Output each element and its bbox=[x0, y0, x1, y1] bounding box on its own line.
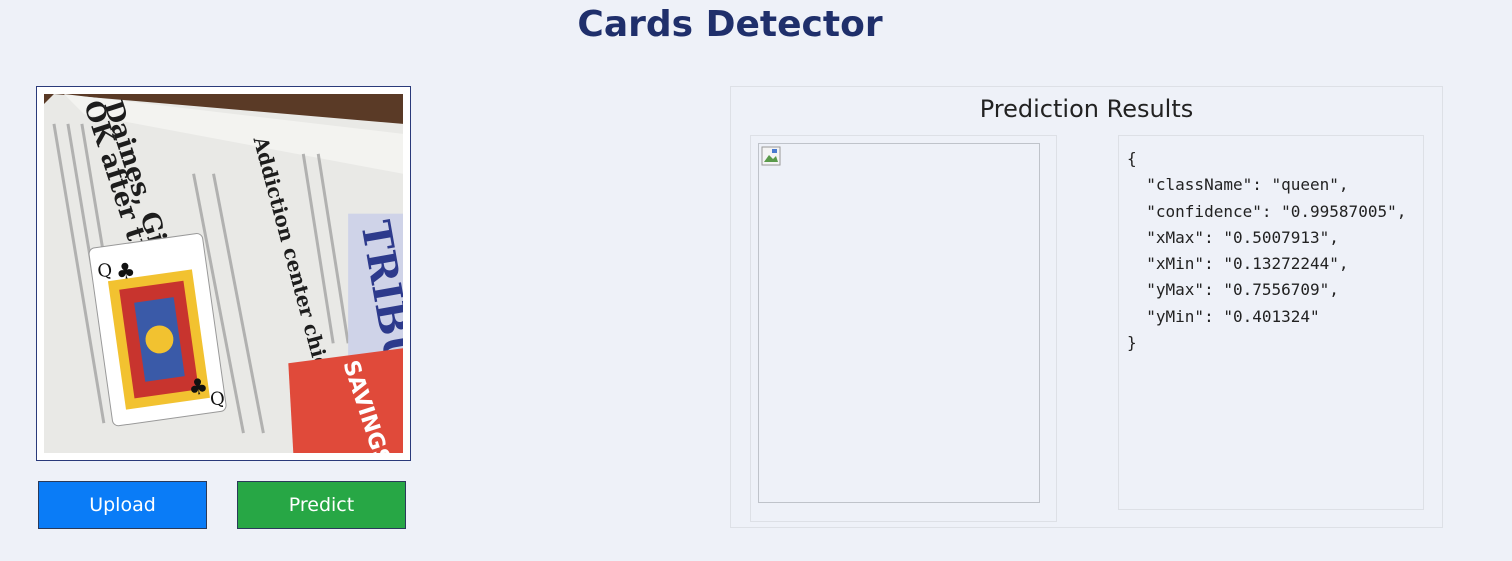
broken-image-icon bbox=[761, 146, 781, 166]
page-title: Cards Detector bbox=[577, 4, 883, 45]
svg-text:♣: ♣ bbox=[187, 374, 210, 401]
uploaded-image-frame: Daines, Gianforte OK after train Addicti… bbox=[36, 86, 411, 461]
results-title: Prediction Results bbox=[979, 95, 1194, 123]
json-line: "yMax": "0.7556709", bbox=[1127, 280, 1339, 300]
json-line: } bbox=[1127, 333, 1137, 353]
uploaded-photo: Daines, Gianforte OK after train Addicti… bbox=[44, 94, 403, 453]
json-output: { "className": "queen", "confidence": "0… bbox=[1118, 135, 1424, 510]
json-line: { bbox=[1127, 149, 1137, 168]
result-image bbox=[758, 143, 1040, 503]
svg-text:Q: Q bbox=[209, 388, 226, 411]
prediction-results-panel: Prediction Results { "className": "queen… bbox=[730, 86, 1443, 528]
json-line: "confidence": "0.99587005", bbox=[1127, 201, 1407, 221]
json-line: "xMin": "0.13272244", bbox=[1127, 254, 1349, 274]
result-image-container bbox=[750, 135, 1057, 522]
upload-button[interactable]: Upload bbox=[38, 481, 207, 529]
json-line: "yMin": "0.401324" bbox=[1127, 306, 1320, 326]
json-line: "className": "queen", bbox=[1127, 175, 1349, 195]
svg-text:Q: Q bbox=[96, 260, 113, 283]
json-line: "xMax": "0.5007913", bbox=[1127, 227, 1339, 247]
predict-button[interactable]: Predict bbox=[237, 481, 406, 529]
